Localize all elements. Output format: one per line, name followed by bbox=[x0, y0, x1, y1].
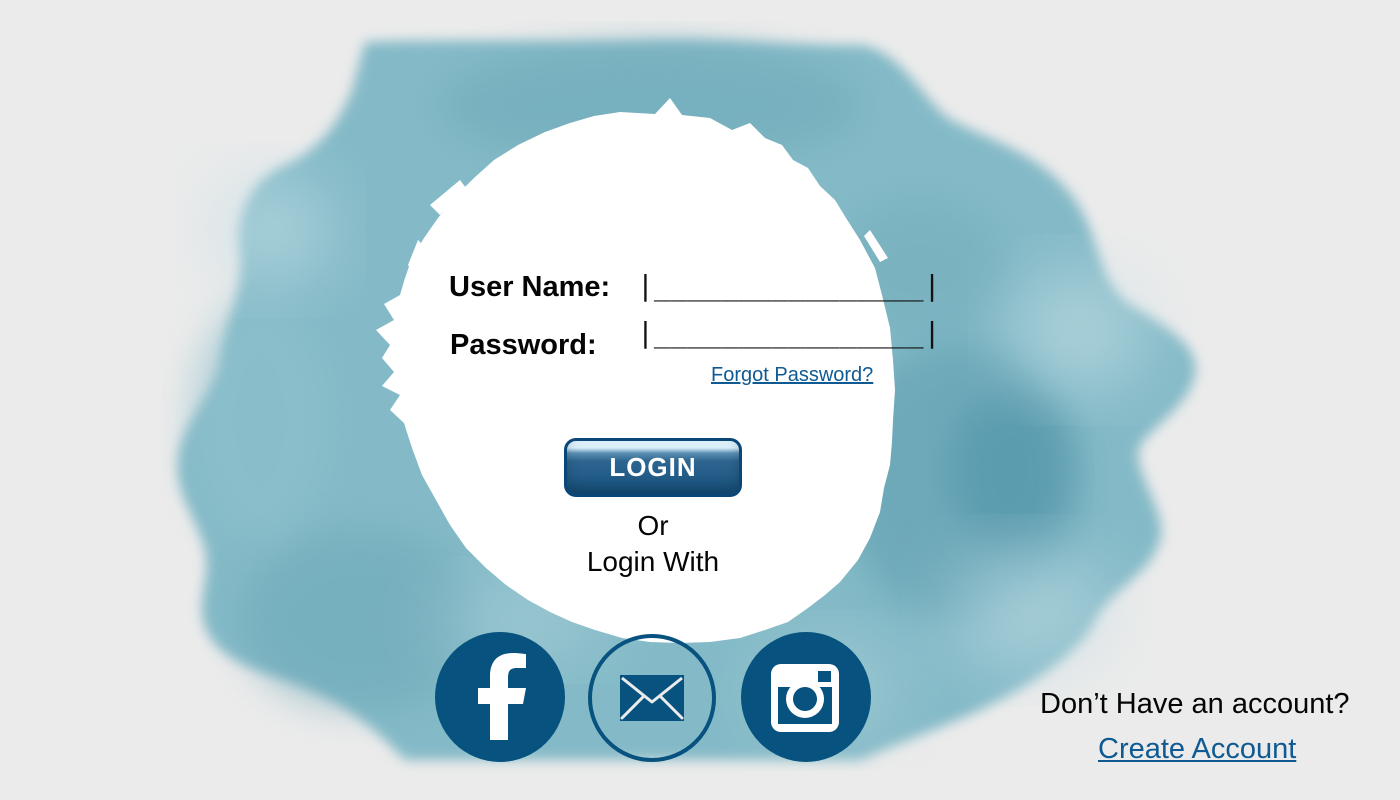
facebook-login-button[interactable] bbox=[435, 632, 565, 762]
facebook-icon bbox=[478, 653, 526, 740]
email-login-button[interactable] bbox=[588, 634, 716, 762]
email-icon bbox=[620, 675, 684, 721]
login-with-text: Login With bbox=[586, 546, 720, 577]
password-label: Password: bbox=[450, 329, 597, 361]
login-button-label: LOGIN bbox=[609, 452, 697, 482]
password-field[interactable]: |________________| bbox=[637, 319, 940, 347]
login-alternative-text: Or Login With bbox=[548, 508, 758, 580]
username-label: User Name: bbox=[449, 271, 611, 303]
login-button[interactable]: LOGIN bbox=[564, 438, 742, 497]
instagram-icon bbox=[771, 664, 839, 732]
account-question: Don’t Have an account? bbox=[1040, 688, 1350, 720]
create-account-link[interactable]: Create Account bbox=[1098, 733, 1296, 766]
or-text: Or bbox=[637, 510, 669, 541]
forgot-password-link[interactable]: Forgot Password? bbox=[711, 364, 873, 387]
username-field[interactable]: |________________| bbox=[637, 272, 940, 300]
instagram-login-button[interactable] bbox=[741, 632, 871, 762]
